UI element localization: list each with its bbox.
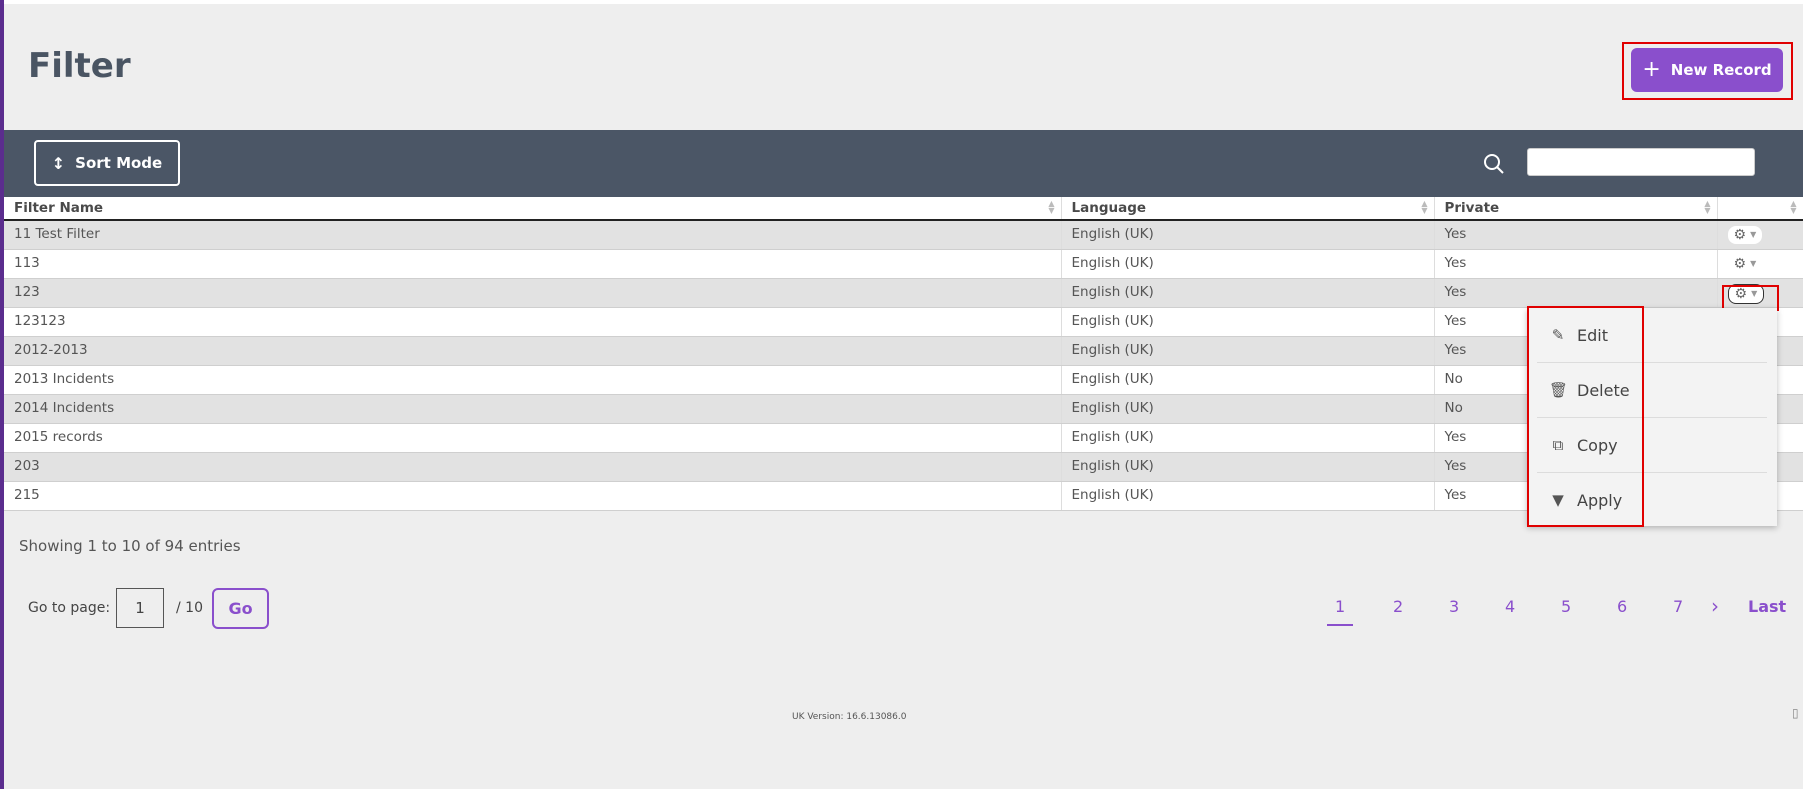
cell-filter-name: 11 Test Filter bbox=[4, 220, 1062, 250]
page-link-3[interactable]: 3 bbox=[1449, 597, 1459, 616]
row-actions-button[interactable]: ⚙ ▼ bbox=[1727, 226, 1763, 244]
menu-item-apply[interactable]: ▼ Apply bbox=[1537, 473, 1767, 527]
top-strip bbox=[4, 0, 1803, 4]
cell-filter-name: 2014 Incidents bbox=[4, 394, 1062, 424]
chevron-down-icon: ▼ bbox=[1750, 230, 1757, 239]
cell-language: English (UK) bbox=[1061, 336, 1435, 366]
cell-language: English (UK) bbox=[1061, 249, 1435, 279]
table-row[interactable]: 11 Test Filter English (UK) Yes ⚙ ▼ bbox=[4, 220, 1803, 250]
menu-item-delete[interactable]: 🗑 Delete bbox=[1537, 363, 1767, 418]
cell-private: Yes bbox=[1434, 249, 1718, 279]
cell-filter-name: 2015 records bbox=[4, 423, 1062, 453]
next-page-icon[interactable]: › bbox=[1711, 594, 1719, 618]
version-text: UK Version: 16.6.13086.0 bbox=[792, 712, 907, 722]
cell-language: English (UK) bbox=[1061, 220, 1435, 250]
cell-language: English (UK) bbox=[1061, 452, 1435, 482]
col-header-language[interactable]: Language ▲ ▼ bbox=[1061, 197, 1435, 221]
col-header-actions[interactable]: ▲ ▼ bbox=[1717, 197, 1803, 221]
trash-icon: 🗑 bbox=[1549, 381, 1569, 399]
search-icon[interactable] bbox=[1482, 152, 1506, 176]
entries-info: Showing 1 to 10 of 94 entries bbox=[19, 537, 241, 555]
edit-icon: ✎ bbox=[1551, 326, 1565, 344]
cell-language: English (UK) bbox=[1061, 481, 1435, 511]
table-row[interactable]: 113 English (UK) Yes ⚙ ▼ bbox=[4, 249, 1803, 279]
row-actions-button-open[interactable]: ⚙ ▼ bbox=[1727, 283, 1765, 304]
cell-language: English (UK) bbox=[1061, 278, 1435, 308]
cell-language: English (UK) bbox=[1061, 307, 1435, 337]
cell-language: English (UK) bbox=[1061, 423, 1435, 453]
cell-filter-name: 2012-2013 bbox=[4, 336, 1062, 366]
sort-icon: ▲ ▼ bbox=[1704, 199, 1711, 215]
col-header-private[interactable]: Private ▲ ▼ bbox=[1434, 197, 1718, 221]
page-link-6[interactable]: 6 bbox=[1617, 597, 1627, 616]
cell-private: Yes bbox=[1434, 220, 1718, 250]
page-title: Filter bbox=[28, 46, 131, 86]
page-link-5[interactable]: 5 bbox=[1561, 597, 1571, 616]
last-page-link[interactable]: Last bbox=[1748, 597, 1786, 616]
copy-icon: ⧉ bbox=[1552, 436, 1564, 454]
chevron-down-icon: ▼ bbox=[1750, 258, 1757, 268]
table-row[interactable]: 123 English (UK) Yes ⚙ ▼ bbox=[4, 278, 1803, 308]
menu-item-edit[interactable]: ✎ Edit bbox=[1537, 308, 1767, 363]
cell-filter-name: 203 bbox=[4, 452, 1062, 482]
sort-icon: ▲ ▼ bbox=[1790, 199, 1797, 215]
sort-icon: ▲ ▼ bbox=[1048, 199, 1055, 215]
sort-mode-label: Sort Mode bbox=[75, 154, 163, 172]
page-link-7[interactable]: 7 bbox=[1673, 597, 1683, 616]
gear-icon: ⚙ bbox=[1733, 227, 1747, 243]
search-input[interactable] bbox=[1527, 148, 1755, 176]
menu-item-copy[interactable]: ⧉ Copy bbox=[1537, 418, 1767, 473]
col-header-filter-name[interactable]: Filter Name ▲ ▼ bbox=[4, 197, 1062, 221]
cell-filter-name: 123 bbox=[4, 278, 1062, 308]
gear-icon: ⚙ bbox=[1733, 255, 1747, 272]
cell-filter-name: 215 bbox=[4, 481, 1062, 511]
cell-filter-name: 2013 Incidents bbox=[4, 365, 1062, 395]
cell-language: English (UK) bbox=[1061, 365, 1435, 395]
page-link-4[interactable]: 4 bbox=[1505, 597, 1515, 616]
gear-icon: ⚙ bbox=[1734, 285, 1748, 302]
toolbar: ↕ Sort Mode bbox=[4, 130, 1803, 197]
sort-mode-button[interactable]: ↕ Sort Mode bbox=[34, 140, 180, 186]
sort-arrows-icon: ↕ bbox=[51, 153, 66, 173]
cell-language: English (UK) bbox=[1061, 394, 1435, 424]
page-link-1[interactable]: 1 bbox=[1327, 597, 1354, 626]
cell-private: Yes bbox=[1434, 278, 1718, 308]
chevron-down-icon: ▼ bbox=[1751, 288, 1758, 298]
new-record-button[interactable]: + New Record bbox=[1631, 48, 1783, 92]
filter-icon: ▼ bbox=[1552, 491, 1564, 509]
row-actions-menu: ✎ Edit 🗑 Delete ⧉ Copy ▼ Apply bbox=[1527, 308, 1777, 526]
document-icon: ▯ bbox=[1792, 706, 1799, 720]
sort-icon: ▲ ▼ bbox=[1421, 199, 1428, 215]
row-actions-button[interactable]: ⚙ ▼ bbox=[1727, 254, 1763, 273]
page-link-2[interactable]: 2 bbox=[1393, 597, 1403, 616]
plus-icon: + bbox=[1642, 57, 1661, 82]
pagination: 1 2 3 4 5 6 7 › Last bbox=[0, 594, 1803, 627]
new-record-label: New Record bbox=[1670, 61, 1772, 79]
cell-filter-name: 113 bbox=[4, 249, 1062, 279]
cell-filter-name: 123123 bbox=[4, 307, 1062, 337]
